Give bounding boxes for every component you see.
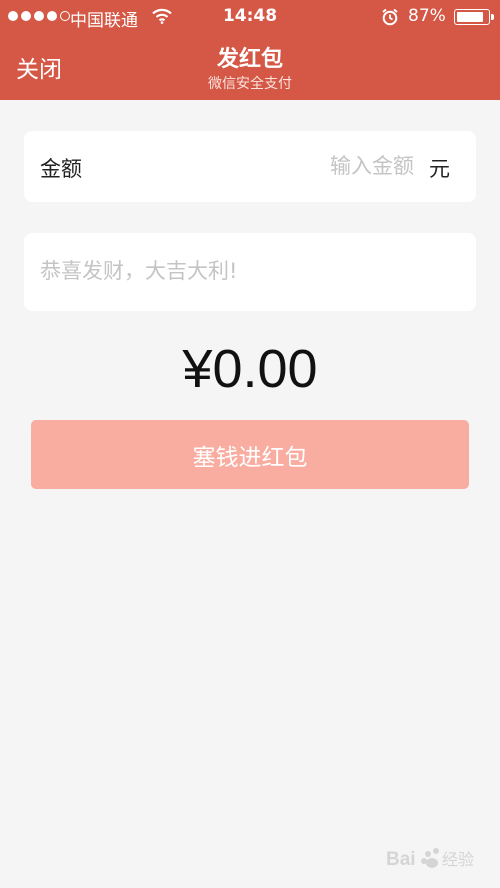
battery-icon [454,9,494,25]
total-amount: ¥0.00 [182,339,318,399]
battery-level-fill [457,12,484,22]
submit-red-packet-button[interactable]: 塞钱进红包 [31,420,469,489]
baidu-jingyan-watermark: Bai 经验 [386,848,474,870]
message-row[interactable] [24,233,476,311]
amount-label: 金额 [40,157,82,181]
svg-text:经验: 经验 [442,850,474,869]
page-subtitle: 微信安全支付 [208,76,292,92]
page-title: 发红包 [216,47,283,72]
amount-input[interactable] [224,145,414,187]
svg-text:Bai: Bai [386,849,416,870]
blessing-message-input[interactable] [40,251,460,291]
amount-unit-label: 元 [429,157,450,181]
alarm-clock-icon [382,8,398,26]
status-bar: 中国联通 14:48 87% [0,0,500,34]
battery-percentage: 87% [408,6,446,26]
amount-row[interactable]: 金额 元 [24,131,476,202]
header-bar: 中国联通 14:48 87% 关闭 发红包 微信安全支付 [0,0,500,100]
